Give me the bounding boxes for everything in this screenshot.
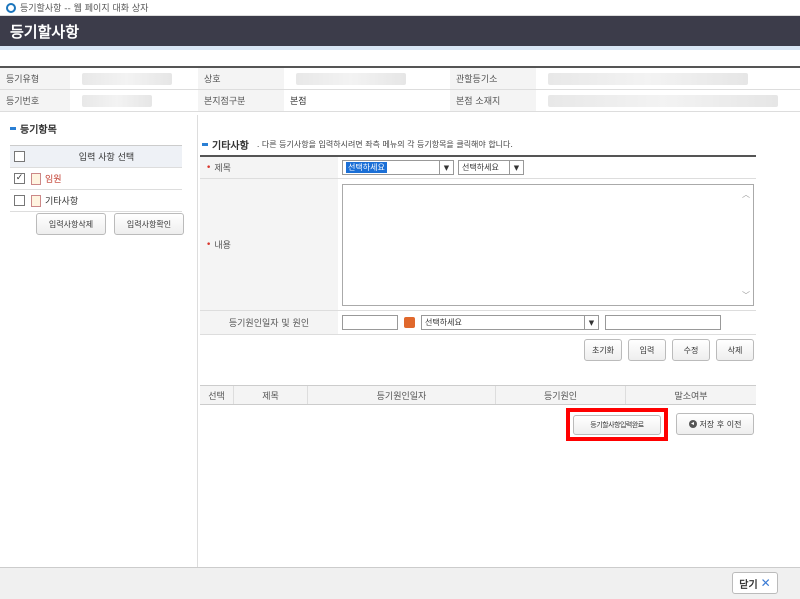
other-checkbox[interactable] — [14, 195, 25, 206]
officer-checkbox[interactable]: ✓ — [14, 173, 25, 184]
delete-button[interactable]: 삭제 — [716, 339, 754, 361]
other-label[interactable]: 기타사항 — [45, 194, 78, 207]
item-select-table: 입력 사항 선택 ✓ 임원 기타사항 — [10, 145, 182, 212]
guide-text: . 다른 등기사항을 입력하시려면 좌측 메뉴의 각 등기항목을 클릭해야 합니… — [256, 140, 513, 149]
redacted-value — [548, 94, 778, 107]
number-value — [70, 90, 198, 111]
subject-label-text: 제목 — [214, 164, 231, 174]
col-cause-date: 등기원인일자 — [308, 386, 496, 404]
office-label: 관할등기소 — [450, 68, 536, 89]
type-value — [70, 68, 198, 89]
subject-select-1[interactable]: 선택하세요 ▼ — [342, 160, 454, 175]
redacted-value — [296, 72, 406, 85]
subject-label: • 제목 — [200, 157, 338, 178]
save-and-prev-label: 저장 후 이전 — [699, 419, 742, 429]
left-section-label: 등기항목 — [20, 125, 57, 136]
page-header: 등기할사항 — [0, 16, 800, 46]
right-pane: 기타사항 . 다른 등기사항을 입력하시려면 좌측 메뉴의 각 등기항목을 클릭… — [200, 115, 756, 567]
complete-entry-button[interactable]: 등기할사항입력완료 — [573, 414, 661, 435]
select-all-checkbox[interactable] — [14, 151, 25, 162]
right-section-title: 기타사항 . 다른 등기사항을 입력하시려면 좌측 메뉴의 각 등기항목을 클릭… — [202, 137, 513, 152]
content-label: • 내용 — [200, 179, 338, 310]
action-buttons: 초기화 입력 수정 삭제 — [584, 339, 754, 361]
chevron-down-icon[interactable]: ▼ — [439, 161, 453, 174]
redacted-value — [548, 72, 748, 85]
redacted-value — [82, 72, 172, 85]
info-row: 등기번호 본지점구분 본점 본점 소재지 — [0, 90, 800, 112]
number-label: 등기번호 — [0, 90, 70, 111]
select-header-row: 입력 사항 선택 — [10, 146, 182, 168]
list-item-officer[interactable]: ✓ 임원 — [10, 168, 182, 190]
col-cancel: 말소여부 — [674, 391, 708, 402]
cause-text-input[interactable] — [605, 315, 721, 330]
branch-label: 본지점구분 — [198, 90, 284, 111]
subject-row: • 제목 선택하세요 ▼ 선택하세요 ▼ — [200, 155, 756, 179]
cause-label: 등기원인일자 및 원인 — [200, 311, 338, 334]
chevron-down-icon[interactable]: ▼ — [509, 161, 523, 174]
highlight-box: 등기할사항입력완료 — [566, 408, 668, 441]
delete-entries-button[interactable]: 입력사항삭제 — [36, 213, 106, 235]
browser-icon — [6, 2, 16, 13]
header-divider — [0, 46, 800, 50]
subject-selects: 선택하세요 ▼ 선택하세요 ▼ — [338, 157, 524, 178]
left-section-title: 등기항목 — [10, 121, 57, 136]
document-icon — [31, 172, 41, 185]
required-mark: • — [206, 239, 212, 250]
select-header-label: 입력 사항 선택 — [78, 153, 135, 163]
section-bar-icon — [202, 143, 208, 146]
col-select: 선택 — [200, 386, 234, 404]
prev-arrow-icon: ◂ — [688, 420, 697, 428]
cause-row: 등기원인일자 및 원인 선택하세요 ▼ — [200, 311, 756, 335]
cause-select-value: 선택하세요 — [425, 318, 462, 327]
list-item-other[interactable]: 기타사항 — [10, 190, 182, 212]
location-value — [536, 90, 800, 111]
cause-select[interactable]: 선택하세요 ▼ — [421, 315, 599, 330]
registration-info-table: 등기유형 상호 관할등기소 등기번호 본지점구분 본점 본점 소재지 — [0, 66, 800, 112]
required-mark: • — [206, 162, 212, 173]
location-label: 본점 소재지 — [450, 90, 536, 111]
calendar-icon[interactable] — [404, 317, 415, 328]
officer-label[interactable]: 임원 — [45, 172, 62, 185]
company-value — [284, 68, 450, 89]
close-button[interactable]: 닫기 ✕ — [732, 572, 778, 594]
company-label: 상호 — [198, 68, 284, 89]
scroll-up-icon[interactable]: ︿ — [742, 189, 750, 200]
subject-select-2[interactable]: 선택하세요 ▼ — [458, 160, 524, 175]
content-textarea[interactable]: ︿ ﹀ — [342, 184, 754, 306]
confirm-entries-button[interactable]: 입력사항확인 — [114, 213, 184, 235]
col-cause: 등기원인 — [496, 386, 626, 404]
content-label-text: 내용 — [214, 241, 231, 251]
reset-button[interactable]: 초기화 — [584, 339, 622, 361]
subject-select-1-value: 선택하세요 — [346, 162, 387, 173]
office-value — [536, 68, 800, 89]
left-buttons: 입력사항삭제 입력사항확인 — [36, 213, 184, 235]
entries-table-header: 선택 제목 등기원인일자 등기원인 말소여부 — [200, 385, 756, 405]
cause-date-input[interactable] — [342, 315, 398, 330]
chevron-down-icon[interactable]: ▼ — [584, 316, 598, 329]
document-icon — [31, 194, 41, 207]
save-and-prev-button[interactable]: ◂ 저장 후 이전 — [676, 413, 754, 435]
section-bar-icon — [10, 127, 16, 130]
col-subject: 제목 — [234, 386, 308, 404]
footer: 닫기 ✕ — [0, 567, 800, 599]
left-pane: 등기항목 입력 사항 선택 ✓ 임원 기타사항 입력사항삭제 입력사항확인 — [0, 115, 198, 567]
input-button[interactable]: 입력 — [628, 339, 666, 361]
close-icon: ✕ — [760, 576, 771, 590]
scroll-down-icon[interactable]: ﹀ — [742, 290, 750, 301]
right-section-label: 기타사항 — [212, 141, 249, 152]
page-title: 등기할사항 — [10, 22, 80, 41]
window-title: 등기할사항 -- 웹 페이지 대화 상자 — [20, 4, 149, 14]
branch-value: 본점 — [290, 97, 307, 107]
type-label: 등기유형 — [0, 68, 70, 89]
close-label: 닫기 — [739, 579, 758, 591]
window-titlebar: 등기할사항 -- 웹 페이지 대화 상자 — [0, 0, 800, 16]
edit-button[interactable]: 수정 — [672, 339, 710, 361]
info-row: 등기유형 상호 관할등기소 — [0, 68, 800, 90]
redacted-value — [82, 94, 152, 107]
cause-inputs: 선택하세요 ▼ — [338, 311, 721, 334]
subject-select-2-value: 선택하세요 — [462, 163, 499, 172]
